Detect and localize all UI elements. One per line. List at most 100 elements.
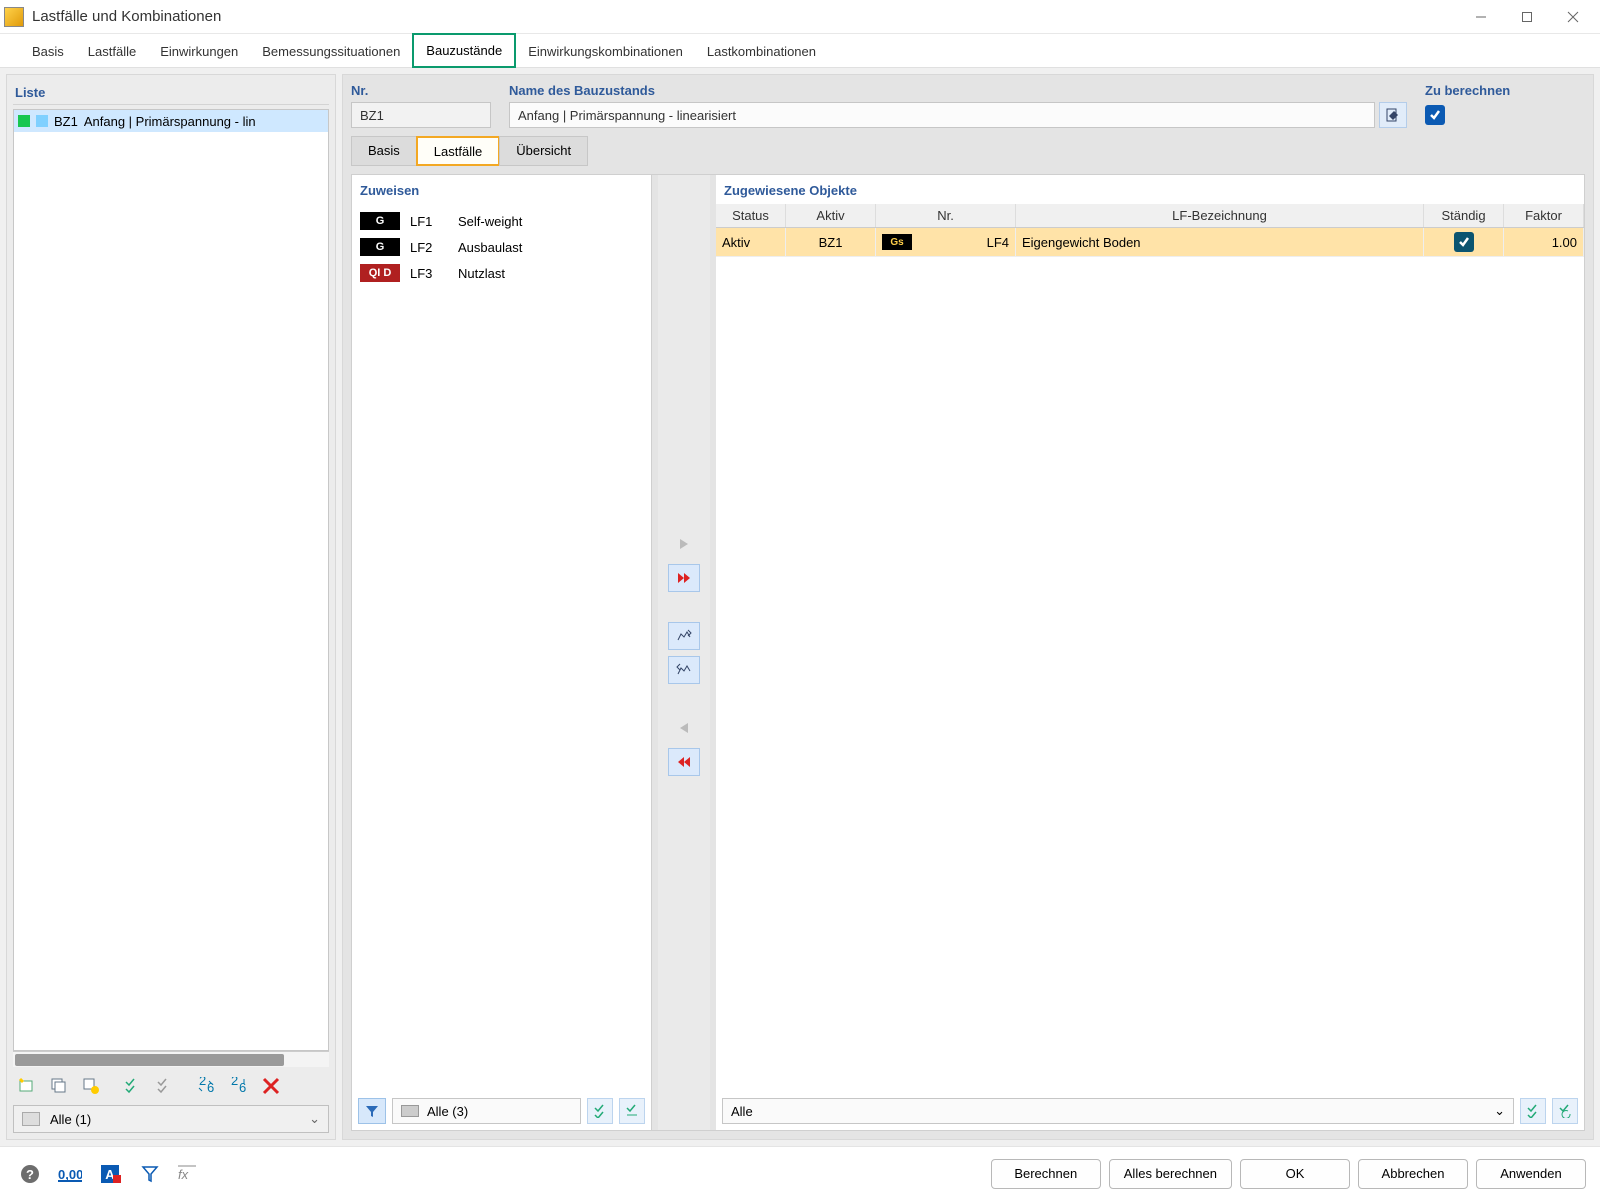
- assign-title: Zuweisen: [352, 175, 651, 204]
- sub-tabs: Basis Lastfälle Übersicht: [351, 136, 1585, 166]
- tab-bauzustaende[interactable]: Bauzustände: [412, 33, 516, 68]
- tab-lastkombinationen[interactable]: Lastkombinationen: [695, 36, 828, 67]
- permanent-checkbox[interactable]: [1454, 232, 1474, 252]
- subtab-lastfaelle[interactable]: Lastfälle: [416, 136, 500, 166]
- lf-desc: Nutzlast: [458, 266, 505, 281]
- move-right-button[interactable]: [668, 530, 700, 558]
- minimize-button[interactable]: [1458, 2, 1504, 32]
- category-badge-g: G: [360, 238, 400, 256]
- new-icon[interactable]: [13, 1073, 41, 1099]
- filter-button[interactable]: [358, 1098, 386, 1124]
- name-input[interactable]: Anfang | Primärspannung - linearisiert: [509, 102, 1375, 128]
- table-row[interactable]: Aktiv BZ1 Gs LF4 Eigengewicht Boden 1.00: [716, 228, 1584, 257]
- category-badge-g: G: [360, 212, 400, 230]
- units-icon[interactable]: 0,00: [54, 1158, 86, 1190]
- nr-input[interactable]: BZ1: [351, 102, 491, 128]
- move-all-right-button[interactable]: [668, 564, 700, 592]
- copy-icon[interactable]: [45, 1073, 73, 1099]
- filter-tool-icon[interactable]: [134, 1158, 166, 1190]
- anwenden-button[interactable]: Anwenden: [1476, 1159, 1586, 1189]
- chevron-down-icon: ⌄: [309, 1111, 320, 1127]
- uncheck-all-icon[interactable]: [151, 1073, 179, 1099]
- copy-results-right-button[interactable]: [668, 622, 700, 650]
- lf-code: LF1: [410, 214, 448, 229]
- select-all-icon[interactable]: [587, 1098, 613, 1124]
- col-status[interactable]: Status: [716, 204, 786, 227]
- main-tabs: Basis Lastfälle Einwirkungen Bemessungss…: [0, 34, 1600, 68]
- tab-lastfaelle[interactable]: Lastfälle: [76, 36, 148, 67]
- assign-row[interactable]: G LF2 Ausbaulast: [360, 234, 643, 260]
- ok-button[interactable]: OK: [1240, 1159, 1350, 1189]
- col-bez[interactable]: LF-Bezeichnung: [1016, 204, 1424, 227]
- titlebar: Lastfälle und Kombinationen: [0, 0, 1600, 34]
- color-swatch-green: [18, 115, 30, 127]
- tab-bemessungssituationen[interactable]: Bemessungssituationen: [250, 36, 412, 67]
- color-swatch-blue: [36, 115, 48, 127]
- edit-name-button[interactable]: [1379, 102, 1407, 128]
- lf-desc: Self-weight: [458, 214, 522, 229]
- calc-checkbox[interactable]: [1425, 105, 1445, 125]
- copy-add-icon[interactable]: [77, 1073, 105, 1099]
- svg-text:?: ?: [26, 1167, 34, 1182]
- alles-berechnen-button[interactable]: Alles berechnen: [1109, 1159, 1232, 1189]
- list-item-label: Anfang | Primärspannung - lin: [84, 114, 256, 129]
- list-box[interactable]: BZ1 Anfang | Primärspannung - lin: [13, 109, 329, 1051]
- fx-icon[interactable]: fx: [174, 1158, 206, 1190]
- cell-fak: 1.00: [1504, 228, 1584, 256]
- right-panel: Nr. BZ1 Name des Bauzustands Anfang | Pr…: [342, 74, 1594, 1140]
- left-filter-combo[interactable]: Alle (1) ⌄: [13, 1105, 329, 1133]
- renumber2-icon[interactable]: 26: [225, 1073, 253, 1099]
- delete-icon[interactable]: [257, 1073, 285, 1099]
- tab-basis[interactable]: Basis: [20, 36, 76, 67]
- move-left-button[interactable]: [668, 714, 700, 742]
- berechnen-button[interactable]: Berechnen: [991, 1159, 1101, 1189]
- lf-code: LF3: [410, 266, 448, 281]
- subtab-basis[interactable]: Basis: [351, 136, 417, 166]
- font-icon[interactable]: A: [94, 1158, 126, 1190]
- app-icon: [4, 7, 24, 27]
- filter-swatch: [401, 1105, 419, 1117]
- renumber-icon[interactable]: 26: [193, 1073, 221, 1099]
- copy-results-left-button[interactable]: [668, 656, 700, 684]
- list-item-code: BZ1: [54, 114, 78, 129]
- tab-einwirkungskombinationen[interactable]: Einwirkungskombinationen: [516, 36, 695, 67]
- filter-swatch: [22, 1112, 40, 1126]
- chevron-down-icon: ⌄: [1494, 1103, 1505, 1119]
- transfer-buttons: [658, 175, 710, 1130]
- check-all-icon[interactable]: [119, 1073, 147, 1099]
- refresh-icon[interactable]: [1552, 1098, 1578, 1124]
- list-item[interactable]: BZ1 Anfang | Primärspannung - lin: [14, 110, 328, 132]
- move-all-left-button[interactable]: [668, 748, 700, 776]
- subtab-uebersicht[interactable]: Übersicht: [499, 136, 588, 166]
- left-panel-title: Liste: [13, 81, 329, 105]
- svg-text:6: 6: [239, 1080, 246, 1095]
- assign-panel: Zuweisen G LF1 Self-weight G LF2 Ausbaul…: [352, 175, 652, 1130]
- category-badge-q: QI D: [360, 264, 400, 282]
- col-fak[interactable]: Faktor: [1504, 204, 1584, 227]
- svg-text:0,00: 0,00: [58, 1167, 82, 1182]
- name-label: Name des Bauzustands: [509, 83, 1407, 98]
- deselect-all-icon[interactable]: [619, 1098, 645, 1124]
- left-toolbar: 26 26: [13, 1073, 329, 1099]
- assigned-panel: Zugewiesene Objekte Status Aktiv Nr. LF-…: [716, 175, 1584, 1130]
- help-icon[interactable]: ?: [14, 1158, 46, 1190]
- select-all-icon[interactable]: [1520, 1098, 1546, 1124]
- col-nr[interactable]: Nr.: [876, 204, 1016, 227]
- svg-text:fx: fx: [178, 1167, 189, 1182]
- assign-row[interactable]: G LF1 Self-weight: [360, 208, 643, 234]
- list-scrollbar[interactable]: [13, 1051, 329, 1067]
- cell-bez: Eigengewicht Boden: [1016, 228, 1424, 256]
- calc-label: Zu berechnen: [1425, 83, 1585, 98]
- category-badge-gs: Gs: [882, 234, 912, 250]
- assigned-title: Zugewiesene Objekte: [716, 175, 1584, 204]
- col-stand[interactable]: Ständig: [1424, 204, 1504, 227]
- close-button[interactable]: [1550, 2, 1596, 32]
- cell-status: Aktiv: [716, 228, 786, 256]
- assign-filter-combo[interactable]: Alle (3): [392, 1098, 581, 1124]
- col-aktiv[interactable]: Aktiv: [786, 204, 876, 227]
- maximize-button[interactable]: [1504, 2, 1550, 32]
- abbrechen-button[interactable]: Abbrechen: [1358, 1159, 1468, 1189]
- assign-row[interactable]: QI D LF3 Nutzlast: [360, 260, 643, 286]
- assigned-filter-combo[interactable]: Alle ⌄: [722, 1098, 1514, 1124]
- tab-einwirkungen[interactable]: Einwirkungen: [148, 36, 250, 67]
